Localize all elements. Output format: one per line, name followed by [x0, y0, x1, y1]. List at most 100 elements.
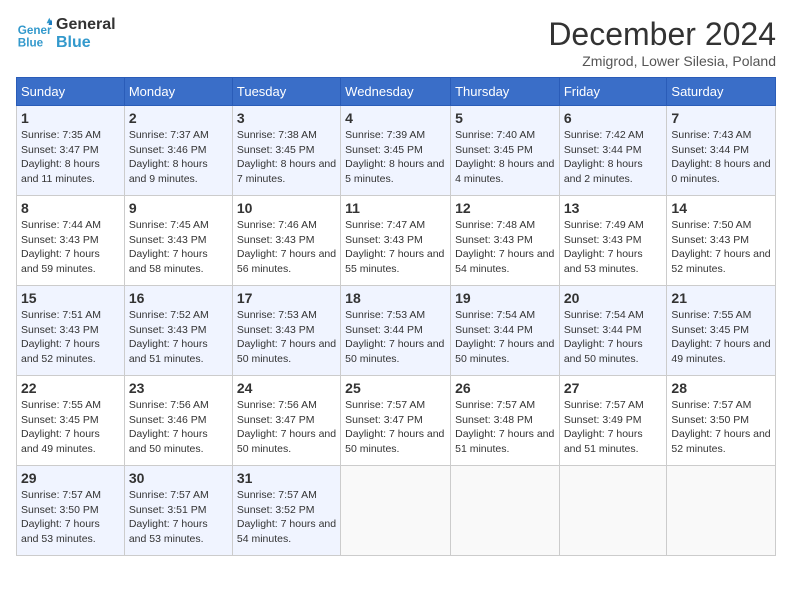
calendar-cell: 28 Sunrise: 7:57 AMSunset: 3:50 PMDayligh…	[667, 376, 776, 466]
day-number: 9	[129, 200, 228, 216]
title-block: December 2024 Zmigrod, Lower Silesia, Po…	[548, 16, 776, 69]
day-info: Sunrise: 7:56 AMSunset: 3:46 PMDaylight:…	[129, 398, 228, 457]
weekday-header-wednesday: Wednesday	[341, 78, 451, 106]
calendar-cell: 9 Sunrise: 7:45 AMSunset: 3:43 PMDaylight…	[124, 196, 232, 286]
calendar-cell	[451, 466, 560, 556]
day-info: Sunrise: 7:38 AMSunset: 3:45 PMDaylight:…	[237, 128, 336, 187]
day-info: Sunrise: 7:54 AMSunset: 3:44 PMDaylight:…	[455, 308, 555, 367]
day-info: Sunrise: 7:53 AMSunset: 3:43 PMDaylight:…	[237, 308, 336, 367]
day-info: Sunrise: 7:57 AMSunset: 3:48 PMDaylight:…	[455, 398, 555, 457]
calendar-cell: 10 Sunrise: 7:46 AMSunset: 3:43 PMDayligh…	[232, 196, 340, 286]
calendar-cell: 3 Sunrise: 7:38 AMSunset: 3:45 PMDaylight…	[232, 106, 340, 196]
day-number: 15	[21, 290, 120, 306]
day-info: Sunrise: 7:55 AMSunset: 3:45 PMDaylight:…	[21, 398, 120, 457]
day-info: Sunrise: 7:57 AMSunset: 3:50 PMDaylight:…	[21, 488, 120, 547]
day-info: Sunrise: 7:52 AMSunset: 3:43 PMDaylight:…	[129, 308, 228, 367]
weekday-header-sunday: Sunday	[17, 78, 125, 106]
calendar-cell: 29Sunrise: 7:57 AMSunset: 3:50 PMDayligh…	[17, 466, 125, 556]
day-number: 16	[129, 290, 228, 306]
logo-icon: General Blue	[16, 16, 52, 52]
calendar-cell: 15Sunrise: 7:51 AMSunset: 3:43 PMDayligh…	[17, 286, 125, 376]
day-info: Sunrise: 7:53 AMSunset: 3:44 PMDaylight:…	[345, 308, 446, 367]
day-info: Sunrise: 7:57 AMSunset: 3:52 PMDaylight:…	[237, 488, 336, 547]
day-info: Sunrise: 7:46 AMSunset: 3:43 PMDaylight:…	[237, 218, 336, 277]
weekday-header-friday: Friday	[559, 78, 667, 106]
calendar-cell: 27Sunrise: 7:57 AMSunset: 3:49 PMDayligh…	[559, 376, 667, 466]
day-number: 4	[345, 110, 446, 126]
day-number: 13	[564, 200, 663, 216]
day-info: Sunrise: 7:57 AMSunset: 3:51 PMDaylight:…	[129, 488, 228, 547]
day-number: 1	[21, 110, 120, 126]
svg-text:General: General	[18, 24, 52, 37]
day-info: Sunrise: 7:55 AMSunset: 3:45 PMDaylight:…	[671, 308, 771, 367]
weekday-header-monday: Monday	[124, 78, 232, 106]
day-info: Sunrise: 7:45 AMSunset: 3:43 PMDaylight:…	[129, 218, 228, 277]
day-number: 30	[129, 470, 228, 486]
calendar-cell: 14 Sunrise: 7:50 AMSunset: 3:43 PMDayligh…	[667, 196, 776, 286]
svg-text:Blue: Blue	[18, 37, 44, 50]
day-number: 12	[455, 200, 555, 216]
day-number: 23	[129, 380, 228, 396]
day-number: 7	[671, 110, 771, 126]
calendar-cell	[341, 466, 451, 556]
calendar-table: SundayMondayTuesdayWednesdayThursdayFrid…	[16, 77, 776, 556]
calendar-cell: 13 Sunrise: 7:49 AMSunset: 3:43 PMDayligh…	[559, 196, 667, 286]
day-info: Sunrise: 7:35 AMSunset: 3:47 PMDaylight:…	[21, 128, 120, 187]
day-number: 17	[237, 290, 336, 306]
calendar-cell: 25 Sunrise: 7:57 AMSunset: 3:47 PMDayligh…	[341, 376, 451, 466]
day-number: 3	[237, 110, 336, 126]
day-number: 2	[129, 110, 228, 126]
day-number: 19	[455, 290, 555, 306]
weekday-header-saturday: Saturday	[667, 78, 776, 106]
calendar-cell: 5Sunrise: 7:40 AMSunset: 3:45 PMDaylight…	[451, 106, 560, 196]
day-number: 25	[345, 380, 446, 396]
calendar-cell	[667, 466, 776, 556]
day-info: Sunrise: 7:48 AMSunset: 3:43 PMDaylight:…	[455, 218, 555, 277]
day-info: Sunrise: 7:56 AMSunset: 3:47 PMDaylight:…	[237, 398, 336, 457]
day-info: Sunrise: 7:50 AMSunset: 3:43 PMDaylight:…	[671, 218, 771, 277]
day-number: 28	[671, 380, 771, 396]
calendar-cell: 6Sunrise: 7:42 AMSunset: 3:44 PMDaylight…	[559, 106, 667, 196]
logo-text-line2: Blue	[56, 34, 116, 52]
logo-text-line1: General	[56, 16, 116, 34]
day-number: 18	[345, 290, 446, 306]
day-number: 8	[21, 200, 120, 216]
day-info: Sunrise: 7:49 AMSunset: 3:43 PMDaylight:…	[564, 218, 663, 277]
calendar-cell: 26 Sunrise: 7:57 AMSunset: 3:48 PMDayligh…	[451, 376, 560, 466]
calendar-cell: 17 Sunrise: 7:53 AMSunset: 3:43 PMDayligh…	[232, 286, 340, 376]
day-number: 10	[237, 200, 336, 216]
logo: General Blue General Blue	[16, 16, 116, 52]
day-number: 14	[671, 200, 771, 216]
day-number: 20	[564, 290, 663, 306]
calendar-cell: 2 Sunrise: 7:37 AMSunset: 3:46 PMDaylight…	[124, 106, 232, 196]
calendar-week-row: 8 Sunrise: 7:44 AMSunset: 3:43 PMDaylight…	[17, 196, 776, 286]
day-info: Sunrise: 7:37 AMSunset: 3:46 PMDaylight:…	[129, 128, 228, 187]
calendar-cell: 16 Sunrise: 7:52 AMSunset: 3:43 PMDayligh…	[124, 286, 232, 376]
calendar-cell: 20Sunrise: 7:54 AMSunset: 3:44 PMDayligh…	[559, 286, 667, 376]
day-number: 26	[455, 380, 555, 396]
day-info: Sunrise: 7:47 AMSunset: 3:43 PMDaylight:…	[345, 218, 446, 277]
calendar-cell: 22Sunrise: 7:55 AMSunset: 3:45 PMDayligh…	[17, 376, 125, 466]
calendar-cell: 30 Sunrise: 7:57 AMSunset: 3:51 PMDayligh…	[124, 466, 232, 556]
calendar-week-row: 1 Sunrise: 7:35 AMSunset: 3:47 PMDaylight…	[17, 106, 776, 196]
calendar-cell	[559, 466, 667, 556]
day-info: Sunrise: 7:57 AMSunset: 3:50 PMDaylight:…	[671, 398, 771, 457]
month-title: December 2024	[548, 16, 776, 53]
weekday-header-thursday: Thursday	[451, 78, 560, 106]
day-number: 24	[237, 380, 336, 396]
calendar-cell: 8 Sunrise: 7:44 AMSunset: 3:43 PMDaylight…	[17, 196, 125, 286]
calendar-cell: 21Sunrise: 7:55 AMSunset: 3:45 PMDayligh…	[667, 286, 776, 376]
page-header: General Blue General Blue December 2024 …	[16, 16, 776, 69]
calendar-week-row: 15Sunrise: 7:51 AMSunset: 3:43 PMDayligh…	[17, 286, 776, 376]
weekday-header-tuesday: Tuesday	[232, 78, 340, 106]
calendar-cell: 11 Sunrise: 7:47 AMSunset: 3:43 PMDayligh…	[341, 196, 451, 286]
calendar-cell: 1 Sunrise: 7:35 AMSunset: 3:47 PMDaylight…	[17, 106, 125, 196]
day-info: Sunrise: 7:39 AMSunset: 3:45 PMDaylight:…	[345, 128, 446, 187]
day-info: Sunrise: 7:57 AMSunset: 3:47 PMDaylight:…	[345, 398, 446, 457]
calendar-week-row: 29Sunrise: 7:57 AMSunset: 3:50 PMDayligh…	[17, 466, 776, 556]
calendar-cell: 31Sunrise: 7:57 AMSunset: 3:52 PMDayligh…	[232, 466, 340, 556]
day-info: Sunrise: 7:44 AMSunset: 3:43 PMDaylight:…	[21, 218, 120, 277]
day-number: 11	[345, 200, 446, 216]
calendar-cell: 4 Sunrise: 7:39 AMSunset: 3:45 PMDaylight…	[341, 106, 451, 196]
day-info: Sunrise: 7:43 AMSunset: 3:44 PMDaylight:…	[671, 128, 771, 187]
